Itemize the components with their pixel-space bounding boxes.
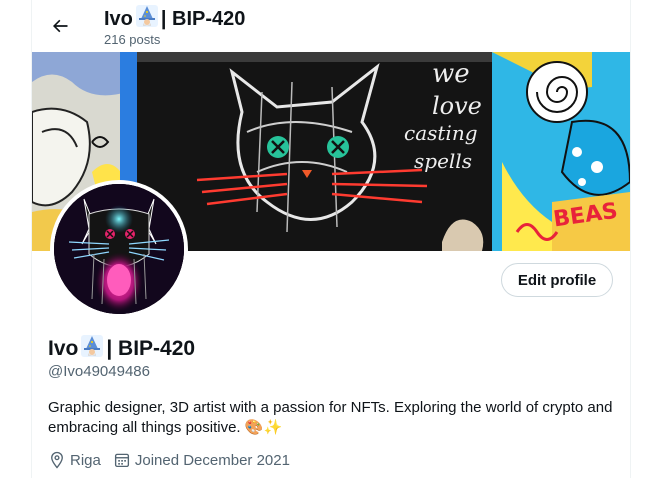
profile-name: Ivo | BIP-420 (48, 335, 195, 363)
profile-bio: Graphic designer, 3D artist with a passi… (48, 399, 613, 436)
location-item: Riga (48, 451, 101, 469)
location-text: Riga (70, 451, 101, 469)
header-title: Ivo | BIP-420 (104, 5, 245, 33)
graffiti-line-3: casting (404, 121, 478, 145)
wizard-emoji-icon (81, 335, 104, 363)
column-border-right (630, 0, 631, 478)
back-button[interactable] (44, 10, 76, 42)
profile-header: Ivo | BIP-420 216 posts (32, 0, 630, 52)
location-pin-icon (48, 451, 66, 469)
joined-item: Joined December 2021 (113, 451, 290, 469)
calendar-icon (113, 451, 131, 469)
header-name: Ivo (104, 7, 133, 30)
avatar-cat-image (54, 184, 184, 314)
joined-text: Joined December 2021 (134, 451, 290, 469)
graffiti-line-2: love (432, 92, 482, 120)
graffiti-line-4: spells (414, 149, 472, 173)
edit-profile-button[interactable]: Edit profile (501, 263, 613, 297)
arrow-left-icon (53, 19, 68, 33)
graffiti-line-1: we (432, 59, 470, 89)
profile-name-prefix: Ivo (48, 337, 79, 360)
profile-handle: @Ivo49049486 (48, 363, 150, 380)
profile-name-suffix: | BIP-420 (106, 337, 196, 360)
post-count: 216 posts (104, 32, 161, 47)
wizard-emoji-icon (135, 5, 158, 33)
profile-meta: Riga Joined December 2021 (48, 451, 302, 469)
avatar[interactable] (54, 184, 184, 314)
header-name-suffix: | BIP-420 (160, 7, 246, 30)
